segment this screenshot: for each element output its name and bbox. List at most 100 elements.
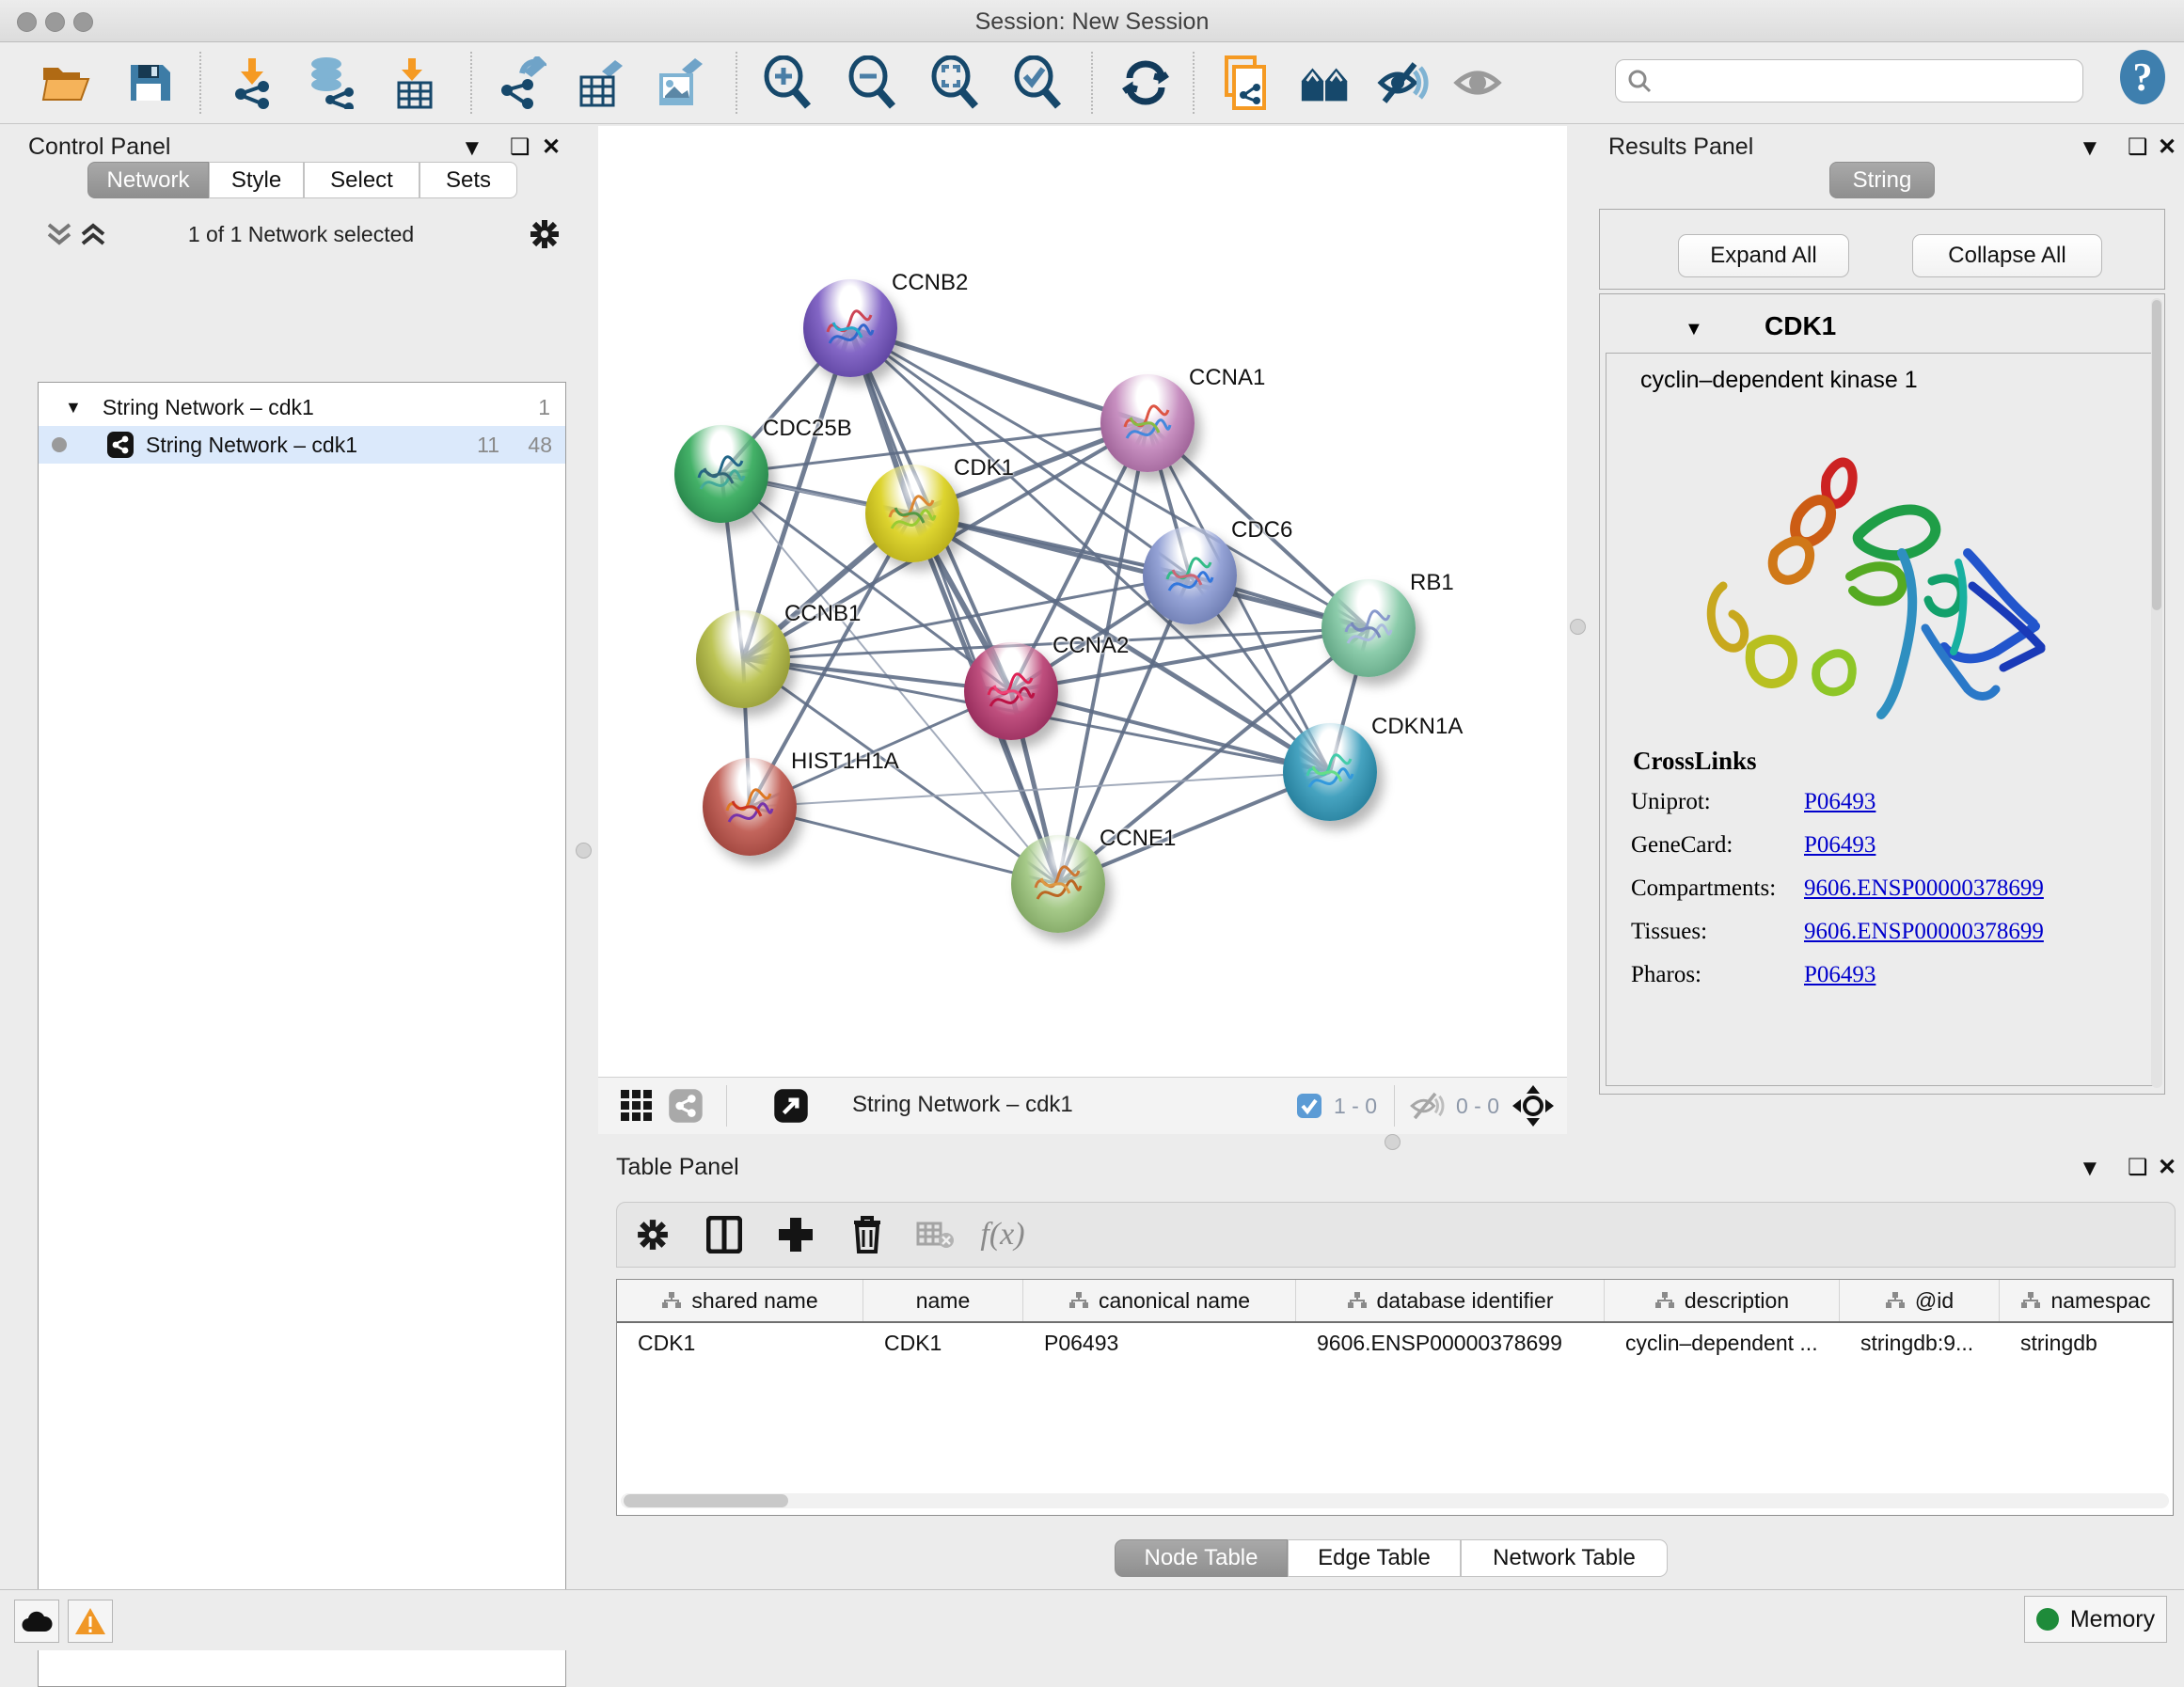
network-node-CCNB1[interactable] bbox=[696, 610, 790, 708]
network-view-icon[interactable] bbox=[668, 1088, 704, 1124]
section-expander-icon[interactable]: ▼ bbox=[1685, 319, 1703, 340]
copy-style-icon[interactable] bbox=[1217, 55, 1274, 110]
network-canvas[interactable]: CCNB2CCNA1CDC25BCDK1CDC6RB1CCNB1CCNA2CDK… bbox=[598, 126, 1567, 1077]
column-header-namespac[interactable]: namespac bbox=[2000, 1280, 2173, 1321]
network-node-HIST1H1A[interactable] bbox=[703, 758, 797, 856]
selection-summary: 1 of 1 Network selected bbox=[132, 222, 470, 247]
network-node-CDK1[interactable] bbox=[865, 465, 959, 562]
protein-ribbon-icon bbox=[981, 667, 1041, 719]
network-node-RB1[interactable] bbox=[1321, 579, 1416, 677]
panel-float-icon[interactable]: ❑ bbox=[2128, 134, 2148, 161]
tab-string[interactable]: String bbox=[1829, 162, 1935, 198]
network-row[interactable]: String Network – cdk1 11 48 bbox=[39, 426, 565, 464]
tab-sets[interactable]: Sets bbox=[419, 162, 517, 198]
column-header-name[interactable]: name bbox=[863, 1280, 1023, 1321]
export-image-icon[interactable] bbox=[651, 55, 707, 110]
tab-edge-table[interactable]: Edge Table bbox=[1288, 1539, 1461, 1577]
save-session-icon[interactable] bbox=[120, 55, 177, 110]
network-node-CDC25B[interactable] bbox=[674, 425, 768, 523]
column-header-description[interactable]: description bbox=[1605, 1280, 1840, 1321]
tree-expander-icon[interactable]: ▼ bbox=[65, 398, 82, 418]
memory-button[interactable]: Memory bbox=[2024, 1596, 2167, 1643]
table-gear-icon[interactable] bbox=[628, 1212, 677, 1257]
column-type-icon bbox=[2020, 1291, 2041, 1310]
panel-menu-icon[interactable]: ▼ bbox=[2079, 1156, 2101, 1182]
crosslink-link[interactable]: P06493 bbox=[1804, 962, 1875, 988]
network-share-icon bbox=[106, 431, 135, 459]
tab-network-table[interactable]: Network Table bbox=[1461, 1539, 1668, 1577]
tab-node-table[interactable]: Node Table bbox=[1115, 1539, 1288, 1577]
toolbar-separator bbox=[1193, 52, 1195, 114]
cloud-status-button[interactable] bbox=[14, 1600, 59, 1643]
zoom-out-icon[interactable] bbox=[843, 55, 899, 110]
hide-selected-icon[interactable] bbox=[1375, 55, 1432, 110]
gene-description: cyclin–dependent kinase 1 bbox=[1640, 367, 1918, 394]
zoom-in-icon[interactable] bbox=[758, 55, 815, 110]
panel-close-icon[interactable]: ✕ bbox=[2158, 134, 2176, 161]
network-node-CCNB2[interactable] bbox=[803, 279, 897, 377]
tab-network[interactable]: Network bbox=[87, 162, 209, 198]
network-node-CDKN1A[interactable] bbox=[1283, 723, 1377, 821]
panel-close-icon[interactable]: ✕ bbox=[542, 134, 561, 161]
zoom-fit-icon[interactable] bbox=[926, 55, 982, 110]
node-label-CCNE1: CCNE1 bbox=[1100, 826, 1176, 852]
delete-table-icon[interactable] bbox=[910, 1212, 959, 1257]
network-node-CCNA1[interactable] bbox=[1100, 374, 1195, 472]
open-folder-icon[interactable] bbox=[38, 55, 94, 110]
results-vertical-scrollbar[interactable] bbox=[2151, 298, 2162, 1088]
left-splitter-handle[interactable] bbox=[576, 843, 592, 859]
apply-layout-icon[interactable] bbox=[1117, 55, 1174, 110]
table-row[interactable]: CDK1CDK1P064939606.ENSP00000378699cyclin… bbox=[617, 1323, 2173, 1363]
expand-all-button[interactable]: Expand All bbox=[1678, 234, 1849, 277]
import-network-from-database-icon[interactable] bbox=[303, 55, 359, 110]
zoom-selected-icon[interactable] bbox=[1008, 55, 1065, 110]
column-header-shared-name[interactable]: shared name bbox=[617, 1280, 863, 1321]
node-label-CDKN1A: CDKN1A bbox=[1371, 714, 1463, 740]
panel-float-icon[interactable]: ❑ bbox=[510, 134, 530, 161]
crosslink-link[interactable]: 9606.ENSP00000378699 bbox=[1804, 919, 2044, 945]
crosslink-link[interactable]: P06493 bbox=[1804, 789, 1875, 815]
detach-view-icon[interactable] bbox=[773, 1088, 809, 1124]
gear-icon[interactable] bbox=[529, 218, 561, 250]
crosslink-link[interactable]: 9606.ENSP00000378699 bbox=[1804, 875, 2044, 902]
network-node-CDC6[interactable] bbox=[1143, 527, 1237, 624]
collapse-all-icon[interactable] bbox=[45, 222, 73, 246]
expand-all-icon[interactable] bbox=[79, 222, 107, 246]
search-input[interactable] bbox=[1652, 68, 2060, 94]
delete-column-icon[interactable] bbox=[843, 1212, 892, 1257]
collapse-all-button[interactable]: Collapse All bbox=[1912, 234, 2102, 277]
network-view-title: String Network – cdk1 bbox=[852, 1092, 1073, 1118]
network-collection-row[interactable]: ▼ String Network – cdk1 1 bbox=[39, 388, 565, 426]
warning-status-button[interactable] bbox=[68, 1600, 113, 1643]
show-all-icon[interactable] bbox=[1450, 55, 1507, 110]
show-columns-icon[interactable] bbox=[700, 1212, 749, 1257]
add-column-icon[interactable] bbox=[771, 1212, 820, 1257]
network-node-count: 11 bbox=[477, 433, 499, 458]
export-network-icon[interactable] bbox=[493, 55, 549, 110]
selected-checkbox-icon[interactable] bbox=[1296, 1093, 1322, 1119]
help-icon[interactable]: ? bbox=[2114, 50, 2171, 104]
node-label-CCNB1: CCNB1 bbox=[784, 601, 861, 627]
birds-eye-icon[interactable] bbox=[1512, 1085, 1554, 1127]
panel-close-icon[interactable]: ✕ bbox=[2158, 1154, 2176, 1181]
crosslink-link[interactable]: P06493 bbox=[1804, 832, 1875, 859]
import-table-icon[interactable] bbox=[386, 55, 442, 110]
network-node-CCNA2[interactable] bbox=[964, 642, 1058, 740]
column-header--id[interactable]: @id bbox=[1840, 1280, 2000, 1321]
tab-select[interactable]: Select bbox=[304, 162, 419, 198]
function-builder-icon[interactable]: f(x) bbox=[978, 1212, 1027, 1257]
network-node-CCNE1[interactable] bbox=[1011, 835, 1105, 933]
column-header-database-identifier[interactable]: database identifier bbox=[1296, 1280, 1605, 1321]
column-header-canonical-name[interactable]: canonical name bbox=[1023, 1280, 1296, 1321]
node-label-RB1: RB1 bbox=[1410, 570, 1454, 596]
first-neighbors-icon[interactable] bbox=[1298, 55, 1354, 110]
panel-float-icon[interactable]: ❑ bbox=[2128, 1154, 2148, 1181]
export-table-icon[interactable] bbox=[572, 55, 628, 110]
table-horizontal-scrollbar[interactable] bbox=[621, 1493, 2169, 1508]
import-network-icon[interactable] bbox=[224, 55, 280, 110]
grid-view-icon[interactable] bbox=[619, 1088, 655, 1124]
tab-style[interactable]: Style bbox=[209, 162, 304, 198]
panel-menu-icon[interactable]: ▼ bbox=[2079, 135, 2101, 162]
panel-menu-icon[interactable]: ▼ bbox=[461, 135, 483, 162]
right-splitter-handle[interactable] bbox=[1570, 619, 1586, 635]
